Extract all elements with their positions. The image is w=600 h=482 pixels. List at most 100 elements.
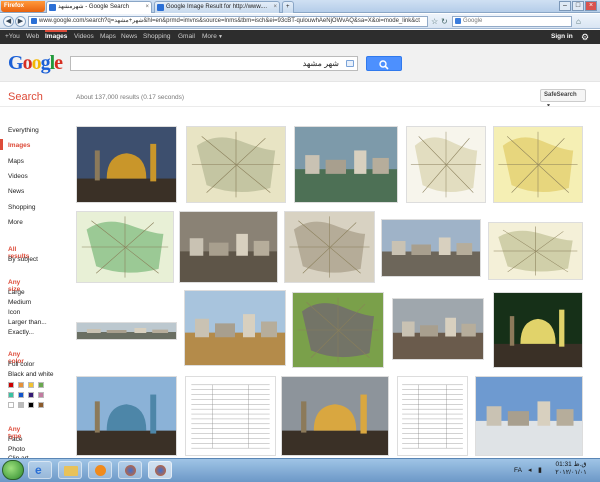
image-result-shrine-night-green[interactable] xyxy=(493,292,583,368)
image-result-table-document[interactable] xyxy=(185,376,276,456)
start-button[interactable] xyxy=(2,460,24,480)
color-swatch[interactable] xyxy=(8,402,14,408)
sidebar-item-everything[interactable]: Everything xyxy=(8,127,39,134)
language-indicator[interactable]: FA xyxy=(514,467,522,475)
gbar-shopping[interactable]: Shopping xyxy=(143,30,170,44)
color-swatch[interactable] xyxy=(38,392,44,398)
taskbar-firefox-active-icon[interactable] xyxy=(148,461,172,479)
image-result-aerial-park[interactable] xyxy=(294,126,398,203)
image-result-city-view[interactable] xyxy=(392,298,484,360)
image-result-green-map[interactable] xyxy=(76,211,174,283)
image-result-shrine-blue-dome[interactable] xyxy=(76,376,177,456)
reload-icon[interactable]: ↻ xyxy=(441,17,448,26)
size-large[interactable]: Large xyxy=(8,289,25,296)
safesearch-button[interactable]: SafeSearch ▼ xyxy=(540,89,586,109)
size-larger-than[interactable]: Larger than... xyxy=(8,319,47,326)
gbar-maps[interactable]: Maps xyxy=(100,30,116,44)
bookmark-star-icon[interactable]: ☆ xyxy=(431,17,438,26)
color-swatch[interactable] xyxy=(28,392,34,398)
image-result-old-city[interactable] xyxy=(179,211,278,283)
search-placeholder: Google xyxy=(463,18,483,24)
image-result-street-map[interactable] xyxy=(488,222,583,280)
image-result-map-sketch[interactable] xyxy=(406,126,486,203)
image-result-list-document[interactable] xyxy=(397,376,468,456)
color-full[interactable]: Full color xyxy=(8,361,34,368)
type-face[interactable]: Face xyxy=(8,436,22,443)
home-icon[interactable]: ⌂ xyxy=(576,17,581,26)
selected-indicator xyxy=(0,139,3,150)
close-tab-icon[interactable]: × xyxy=(145,2,149,13)
new-tab-button[interactable]: + xyxy=(282,1,294,13)
back-arrow-icon[interactable]: ◀ xyxy=(3,16,14,27)
gbar-more[interactable]: More xyxy=(202,30,217,44)
image-result-construction-cranes[interactable] xyxy=(184,290,286,366)
sidebar-item-news[interactable]: News xyxy=(8,188,24,195)
type-photo[interactable]: Photo xyxy=(8,446,25,453)
taskbar-firefox-icon[interactable] xyxy=(118,461,142,479)
gbar-you[interactable]: +You xyxy=(5,30,20,44)
gbar-gmail[interactable]: Gmail xyxy=(178,30,195,44)
sidebar-item-maps[interactable]: Maps xyxy=(8,158,24,165)
camera-icon[interactable] xyxy=(346,60,354,67)
safesearch-label: SafeSearch xyxy=(544,92,577,98)
system-clock[interactable]: 01:31 ق.ظ ۲۰۱۲/۰۱/۰۱ xyxy=(548,461,594,477)
close-window-icon[interactable]: × xyxy=(585,1,597,11)
browser-search-box[interactable]: Google xyxy=(452,16,572,27)
color-swatch[interactable] xyxy=(18,402,24,408)
sidebar-item-videos[interactable]: Videos xyxy=(8,173,28,180)
gear-icon[interactable]: ⚙ xyxy=(581,30,589,44)
color-swatch[interactable] xyxy=(8,382,14,388)
sidebar-item-images[interactable]: Images xyxy=(8,142,30,149)
size-icon[interactable]: Icon xyxy=(8,309,20,316)
color-swatch[interactable] xyxy=(8,392,14,398)
maximize-icon[interactable]: □ xyxy=(572,1,584,11)
site-identity-icon xyxy=(31,18,37,24)
image-result-monument-square[interactable] xyxy=(381,219,481,277)
color-swatch[interactable] xyxy=(18,392,24,398)
gbar-videos[interactable]: Videos xyxy=(74,30,94,44)
sign-in-link[interactable]: Sign in xyxy=(551,30,573,44)
google-favicon-icon xyxy=(157,4,164,11)
taskbar-folder-icon[interactable] xyxy=(58,461,82,479)
filter-by-subject[interactable]: By subject xyxy=(8,256,38,263)
image-result-monorail[interactable] xyxy=(475,376,583,456)
taskbar-ie-icon[interactable]: e xyxy=(28,461,52,479)
gbar-images[interactable]: Images xyxy=(45,30,68,44)
network-icon[interactable]: ▮ xyxy=(538,466,542,474)
color-swatch[interactable] xyxy=(28,402,34,408)
speaker-icon[interactable]: ◂ xyxy=(528,466,532,474)
image-result-shrine-snow[interactable] xyxy=(281,376,389,456)
browser-tab-active[interactable]: شهرمشهد - Google Search × xyxy=(46,1,152,13)
image-result-shrine-dome-night[interactable] xyxy=(76,126,177,203)
color-swatch[interactable] xyxy=(38,402,44,408)
close-tab-icon[interactable]: × xyxy=(273,2,277,13)
google-logo[interactable]: Google xyxy=(8,52,63,75)
image-result-panorama[interactable] xyxy=(76,322,177,340)
address-bar[interactable]: www.google.com/search?q=شهر+مشهد&hl=en&p… xyxy=(28,16,428,27)
image-result-city-map-1[interactable] xyxy=(186,126,286,203)
gbar-news[interactable]: News xyxy=(121,30,137,44)
search-button[interactable] xyxy=(366,56,402,71)
size-exactly[interactable]: Exactly... xyxy=(8,329,34,336)
firefox-menu-button[interactable]: Firefox xyxy=(1,1,45,12)
search-input[interactable]: شهر مشهد xyxy=(70,56,358,71)
sidebar-item-more[interactable]: More xyxy=(8,219,23,226)
browser-tab[interactable]: Google Image Result for http://www.... × xyxy=(154,1,280,13)
image-result-satellite-map[interactable] xyxy=(284,211,375,283)
clock-date: ۲۰۱۲/۰۱/۰۱ xyxy=(555,469,587,476)
chevron-down-icon: ▼ xyxy=(218,34,223,40)
forward-arrow-icon[interactable]: ▶ xyxy=(15,16,26,27)
color-swatch[interactable] xyxy=(18,382,24,388)
color-swatch[interactable] xyxy=(28,382,34,388)
color-swatch[interactable] xyxy=(38,382,44,388)
search-heading: Search xyxy=(8,91,43,103)
image-result-yellow-map[interactable] xyxy=(493,126,583,203)
size-medium[interactable]: Medium xyxy=(8,299,31,306)
taskbar-media-player-icon[interactable] xyxy=(88,461,112,479)
color-black-white[interactable]: Black and white xyxy=(8,371,54,378)
image-result-purple-map[interactable] xyxy=(292,292,384,368)
tab-label: شهرمشهد - Google Search xyxy=(58,4,129,10)
minimize-icon[interactable]: – xyxy=(559,1,571,11)
sidebar-item-shopping[interactable]: Shopping xyxy=(8,204,35,211)
gbar-web[interactable]: Web xyxy=(26,30,39,44)
